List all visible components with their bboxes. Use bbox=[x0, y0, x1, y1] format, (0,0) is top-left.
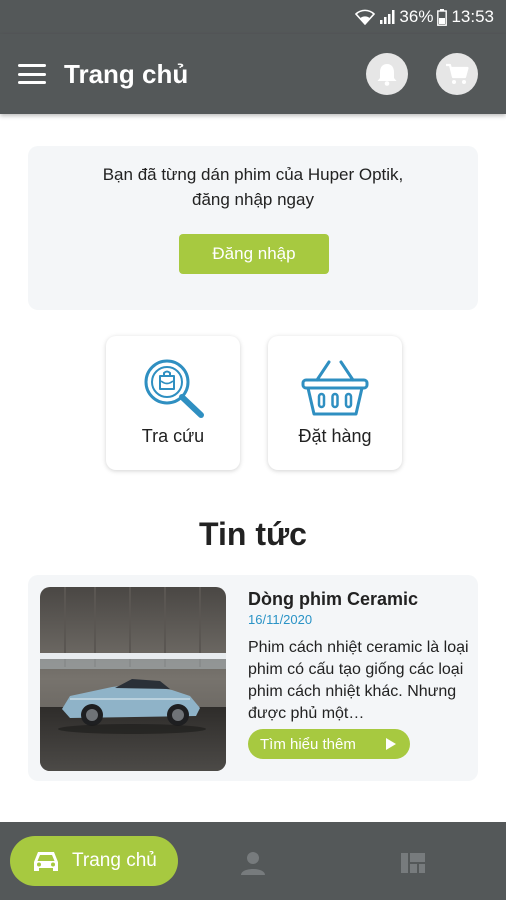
app-bar: Trang chủ bbox=[0, 34, 506, 114]
play-arrow-icon bbox=[386, 738, 396, 750]
menu-icon[interactable] bbox=[18, 64, 46, 84]
lookup-tile[interactable]: Tra cứu bbox=[106, 336, 240, 470]
nav-home[interactable]: Trang chủ bbox=[10, 836, 178, 886]
notifications-button[interactable] bbox=[366, 53, 408, 95]
learn-more-label: Tìm hiểu thêm bbox=[260, 735, 356, 753]
order-tile[interactable]: Đặt hàng bbox=[268, 336, 402, 470]
login-card: Bạn đã từng dán phim của Huper Optik, đă… bbox=[28, 146, 478, 310]
news-excerpt: Phim cách nhiệt ceramic là loại phim có … bbox=[248, 639, 469, 722]
login-message-line2: đăng nhập ngay bbox=[192, 190, 314, 209]
nav-profile[interactable] bbox=[240, 850, 266, 876]
nav-home-label: Trang chủ bbox=[72, 850, 157, 871]
news-section-title: Tin tức bbox=[199, 516, 307, 552]
page-title: Trang chủ bbox=[64, 58, 189, 89]
news-headline[interactable]: Dòng phim Ceramic bbox=[248, 589, 418, 610]
login-message: Bạn đã từng dán phim của Huper Optik, đă… bbox=[28, 162, 478, 212]
car-icon bbox=[34, 852, 58, 871]
basket-icon bbox=[301, 360, 369, 416]
cart-button[interactable] bbox=[436, 53, 478, 95]
bell-icon bbox=[377, 64, 397, 86]
bottom-nav: Trang chủ bbox=[0, 822, 506, 900]
status-bar: 36% 13:53 bbox=[0, 0, 506, 34]
lookup-label: Tra cứu bbox=[141, 426, 205, 446]
person-icon bbox=[241, 852, 265, 875]
dashboard-icon bbox=[401, 853, 425, 873]
battery-icon bbox=[437, 8, 448, 26]
news-date: 16/11/2020 bbox=[248, 612, 313, 627]
signal-icon bbox=[379, 9, 395, 25]
cart-icon bbox=[446, 63, 469, 84]
news-image[interactable] bbox=[40, 587, 226, 771]
order-label: Đặt hàng bbox=[298, 426, 372, 446]
login-message-line1: Bạn đã từng dán phim của Huper Optik, bbox=[102, 165, 404, 184]
clock: 13:53 bbox=[451, 7, 494, 26]
news-card[interactable]: Dòng phim Ceramic 16/11/2020 Phim cách n… bbox=[28, 575, 478, 781]
battery-percent: 36% bbox=[399, 7, 434, 26]
nav-dashboard[interactable] bbox=[400, 850, 426, 876]
learn-more-button[interactable]: Tìm hiểu thêm bbox=[248, 729, 410, 759]
search-lookup-icon bbox=[144, 359, 204, 418]
wifi-icon bbox=[355, 9, 376, 25]
login-button[interactable]: Đăng nhập bbox=[179, 234, 329, 274]
